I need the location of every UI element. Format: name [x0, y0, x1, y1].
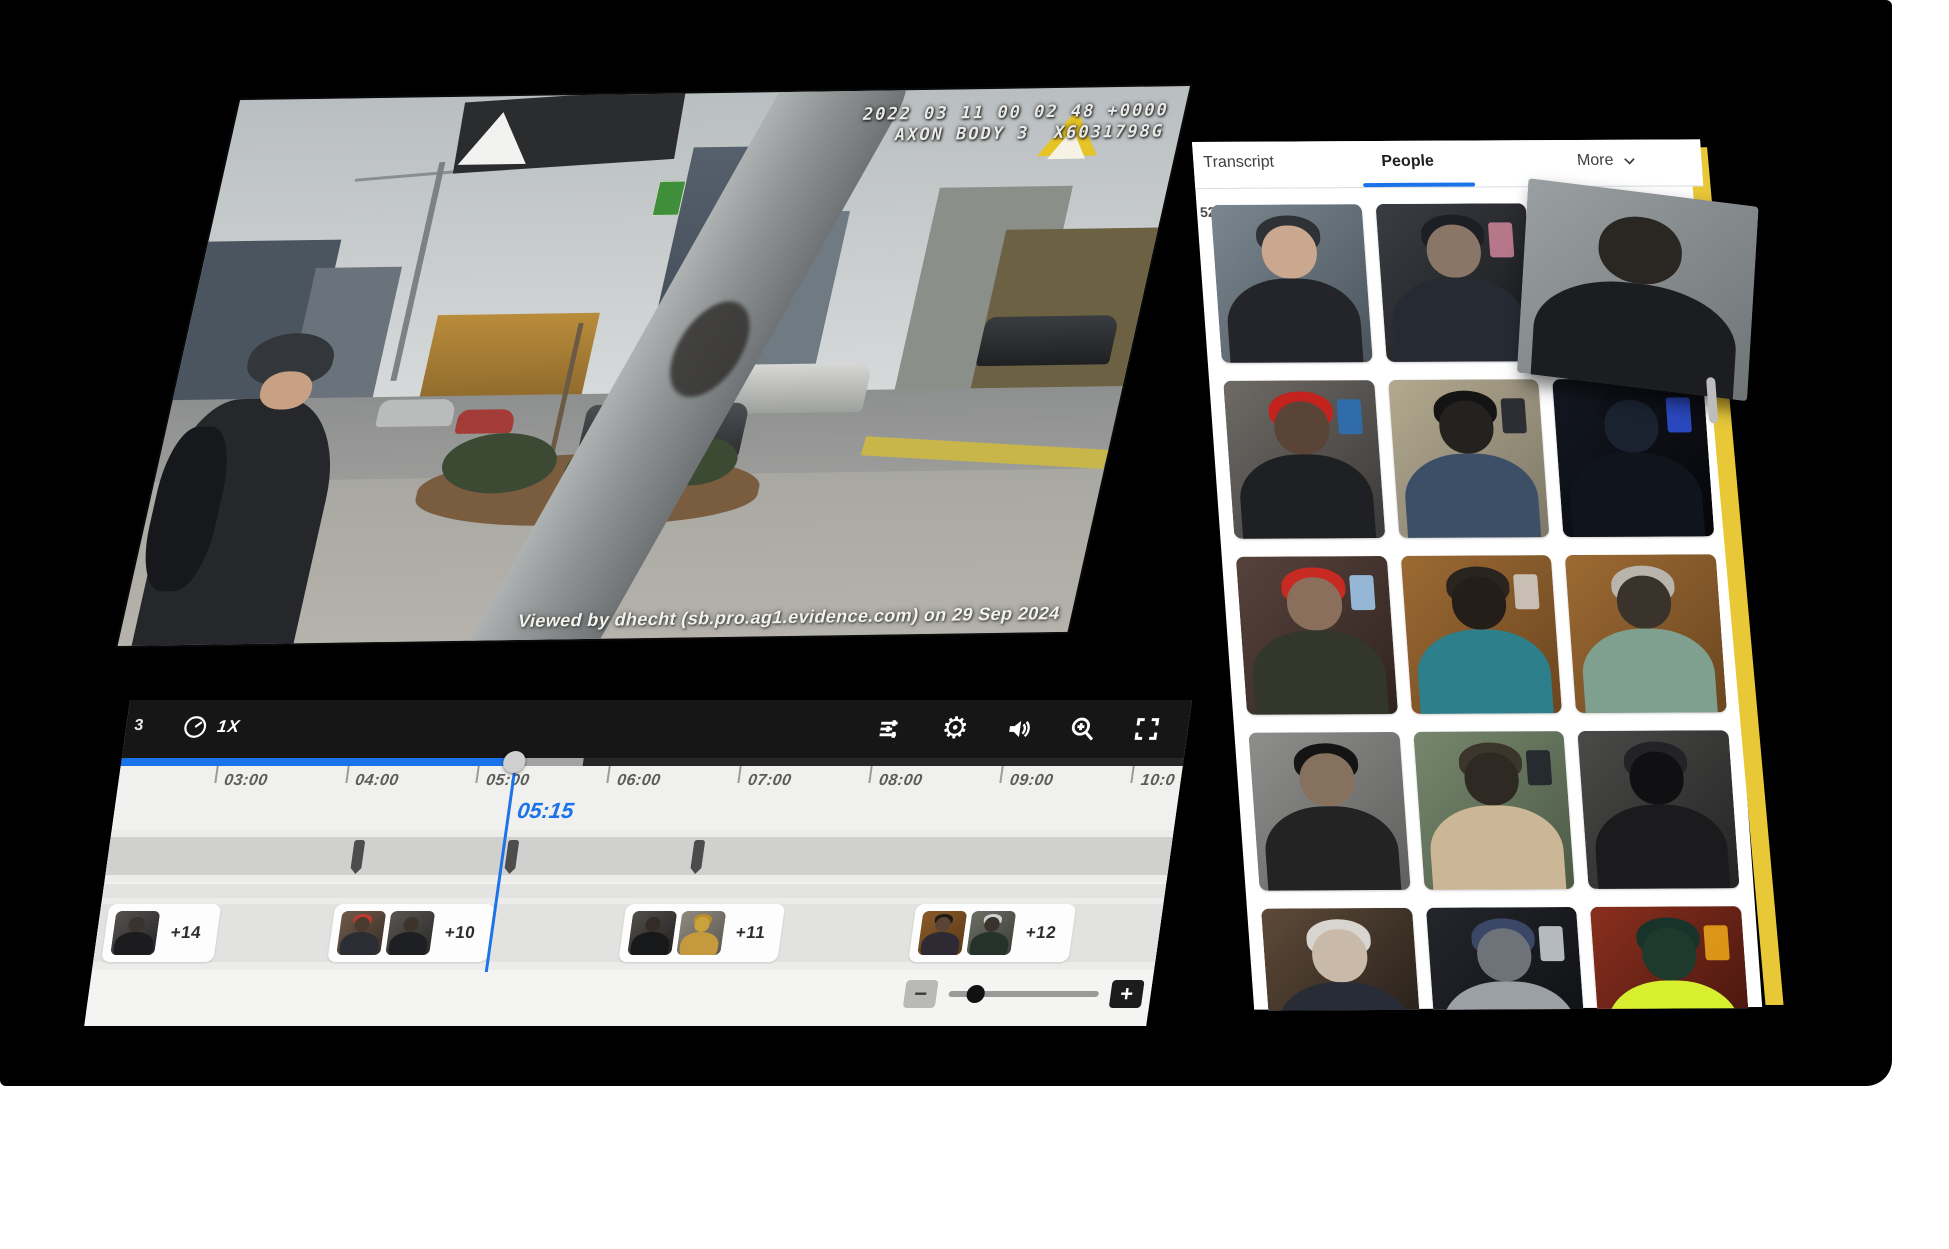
tick-label: 05:00 — [485, 772, 531, 790]
tab-people[interactable]: People — [1381, 153, 1435, 171]
active-tab-underline — [1363, 183, 1475, 188]
person-thumbnail-dark-figure-blue-glow-night[interactable] — [1552, 378, 1714, 537]
tick-label: 04:00 — [354, 772, 400, 790]
person-thumbnail-black-trapper-hat-figure[interactable] — [1248, 732, 1410, 891]
person-thumbnail-hi-vis-yellow-jacket-firetruck[interactable] — [1590, 906, 1748, 1010]
person-thumbnail-gray-hoodie-skull-gaiter[interactable] — [1426, 907, 1588, 1011]
person-thumbnail-teal-jacket-long-hair-back[interactable] — [1400, 555, 1562, 714]
tick-mark — [345, 766, 349, 783]
current-time-label: 05:15 — [516, 798, 576, 824]
track-band — [105, 837, 1172, 875]
settings-icon[interactable]: ⚙ — [938, 714, 972, 744]
tab-more-label: More — [1576, 152, 1614, 170]
cluster-thumb-dark-figure[interactable] — [111, 911, 161, 955]
stage: 2022 03 11 00 02 48 +0000AXON BODY 3 X60… — [0, 0, 1949, 1249]
zoom-slider-handle[interactable] — [965, 985, 986, 1003]
cluster-count-badge: +10 — [435, 923, 484, 943]
person-thumbnail-sage-puffer-gray-beanie-back[interactable] — [1565, 554, 1727, 713]
tick-label: 08:00 — [878, 772, 924, 790]
panel-tabs: Transcript People More — [1192, 139, 1703, 189]
person-thumbnail-red-cap-blue-mask-front[interactable] — [1236, 556, 1398, 715]
zoom-out-button[interactable]: − — [903, 980, 939, 1008]
detection-cluster[interactable]: +14 — [102, 904, 221, 962]
tab-more[interactable]: More — [1576, 152, 1638, 170]
video-frame-scene — [118, 86, 1190, 646]
cluster-count-badge: +12 — [1016, 923, 1065, 943]
timeline-panel: 3 1X ⚙ 05:15 03:00 04:00 05:00 06:00 07:00 08… — [86, 700, 1192, 1012]
cluster-thumb-red-cap-figure[interactable] — [336, 911, 386, 955]
person-thumbnail-popped[interactable] — [1517, 178, 1759, 401]
person-thumbnail-headphones-blue-jacket-backpack[interactable] — [1388, 379, 1550, 538]
tick-mark — [214, 766, 218, 783]
timeline-zoom-control: − + — [903, 980, 1145, 1008]
progress-played — [121, 758, 515, 766]
detection-cluster[interactable]: +12 — [908, 904, 1076, 962]
tick-mark — [1131, 766, 1135, 783]
sub-track — [102, 884, 1166, 898]
zoom-slider[interactable] — [948, 991, 1099, 997]
tick-label: 03:00 — [223, 772, 269, 790]
tick-label: 07:00 — [747, 772, 793, 790]
cluster-thumb-dark-figure[interactable] — [385, 911, 435, 955]
zoom-in-icon[interactable] — [1066, 714, 1100, 744]
person-thumbnail-red-beanie-black-puffer-back[interactable] — [1223, 380, 1385, 539]
cluster-count-badge: +11 — [726, 923, 774, 943]
people-panel: Transcript People More 52 au — [1192, 139, 1762, 1009]
car — [375, 399, 457, 427]
speed-gauge-icon — [180, 714, 210, 740]
detection-cluster[interactable]: +10 — [327, 904, 495, 962]
person-thumbnail-man-black-face-mask[interactable] — [1375, 203, 1537, 362]
cluster-thumb-woman-orange-bg[interactable] — [917, 911, 967, 955]
detection-thumbnail-strip: +14 +10 +11 +12 — [92, 898, 1164, 970]
volume-icon[interactable] — [1002, 714, 1036, 744]
zoom-in-button[interactable]: + — [1109, 980, 1145, 1008]
tick-mark — [869, 766, 873, 783]
person-thumbnail-white-hair-man-casc-sign[interactable] — [1261, 908, 1423, 1011]
timeline-ruler[interactable]: 05:15 03:00 04:00 05:00 06:00 07:00 08:00 09:0… — [112, 766, 1183, 830]
cluster-thumb-green-jacket-figure[interactable] — [966, 911, 1016, 955]
detection-cluster[interactable]: +11 — [618, 904, 786, 962]
time-fragment: 3 — [133, 717, 144, 735]
tab-transcript[interactable]: Transcript — [1203, 154, 1275, 172]
black-sedan — [976, 316, 1120, 367]
fullscreen-icon[interactable] — [1130, 714, 1164, 744]
timeline-bottom-bar: − + — [84, 970, 1154, 1026]
video-player[interactable]: 2022 03 11 00 02 48 +0000AXON BODY 3 X60… — [118, 86, 1190, 646]
tick-mark — [1000, 766, 1004, 783]
tick-mark — [738, 766, 742, 783]
cluster-thumb-dark-figure[interactable] — [627, 911, 677, 955]
red-car — [454, 409, 517, 434]
tune-icon[interactable] — [874, 714, 908, 744]
progress-remaining — [583, 758, 1184, 766]
control-icons: ⚙ — [872, 700, 1166, 758]
tick-label: 10:0 — [1140, 772, 1177, 790]
playback-control-bar: 3 1X ⚙ — [122, 700, 1192, 758]
chevron-down-icon — [1621, 153, 1638, 169]
playback-speed-button[interactable]: 1X — [180, 714, 241, 740]
speed-label: 1X — [216, 717, 242, 737]
tick-mark — [607, 766, 611, 783]
clip-track — [104, 830, 1173, 882]
cluster-count-badge: +14 — [161, 923, 210, 943]
person-thumbnail-plaid-jacket-backpack[interactable] — [1413, 731, 1575, 890]
tick-label: 06:00 — [616, 772, 662, 790]
person-thumbnail-black-hoodie-back[interactable] — [1578, 730, 1740, 889]
person-thumbnail-man-bike-helmet-front[interactable] — [1211, 204, 1373, 363]
video-osd-timestamp: 2022 03 11 00 02 48 +0000AXON BODY 3 X60… — [856, 100, 1171, 147]
cluster-thumb-yellow-hydrant[interactable] — [676, 911, 726, 955]
progress-bar[interactable] — [121, 758, 1184, 766]
tick-mark — [476, 766, 480, 783]
tick-label: 09:00 — [1009, 772, 1055, 790]
